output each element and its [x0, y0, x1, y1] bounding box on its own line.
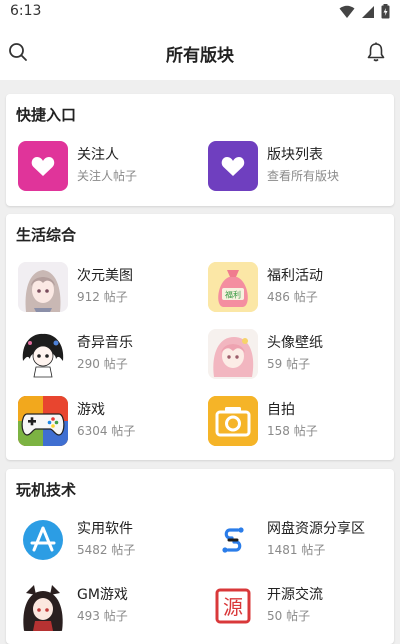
battery-icon — [381, 4, 390, 19]
board-name: 版块列表 — [267, 147, 323, 163]
board-subtitle: 912 帖子 — [77, 290, 128, 304]
board-name: 实用软件 — [77, 521, 133, 537]
section-title-quick: 快捷入口 — [16, 106, 77, 124]
source-stamp-icon: 源 — [208, 581, 258, 631]
board-item-selfie[interactable]: 自拍 158 帖子 — [208, 396, 388, 448]
section-title-tech: 玩机技术 — [16, 481, 77, 499]
camera-icon — [208, 396, 258, 446]
anime-girl-icon — [18, 329, 68, 379]
bell-icon — [367, 42, 385, 62]
board-name: 自拍 — [267, 402, 295, 418]
heart-icon — [208, 141, 258, 191]
board-name: GM游戏 — [77, 587, 128, 603]
board-item-open-source[interactable]: 源 开源交流 50 帖子 — [208, 581, 388, 633]
board-item-following[interactable]: 关注人 关注人帖子 — [18, 141, 198, 193]
money-bag-icon: 福利 — [208, 262, 258, 312]
notification-button[interactable] — [364, 40, 388, 64]
stamp-text: 源 — [223, 595, 243, 619]
board-subtitle: 290 帖子 — [77, 357, 128, 371]
status-time: 6:13 — [10, 3, 42, 19]
life-section-card: 生活综合 次元美图 912 帖子 福利 福利活动 486 帖子 奇异音乐 290… — [6, 214, 394, 460]
board-subtitle: 50 帖子 — [267, 609, 311, 623]
board-item-board-list[interactable]: 版块列表 查看所有版块 — [208, 141, 388, 193]
link-icon — [208, 515, 258, 565]
board-name: 关注人 — [77, 147, 119, 163]
app-store-icon — [18, 515, 68, 565]
anime-girl-icon — [18, 262, 68, 312]
heart-icon — [18, 141, 68, 191]
gamepad-icon — [18, 396, 68, 446]
board-item-games[interactable]: 游戏 6304 帖子 — [18, 396, 198, 448]
board-item-netdisk-share[interactable]: 网盘资源分享区 1481 帖子 — [208, 515, 388, 567]
board-subtitle: 查看所有版块 — [267, 169, 340, 183]
board-subtitle: 158 帖子 — [267, 424, 318, 438]
board-name: 网盘资源分享区 — [267, 521, 365, 537]
status-icons — [339, 4, 390, 19]
board-name: 福利活动 — [267, 268, 323, 284]
signal-icon — [362, 5, 374, 18]
board-name: 次元美图 — [77, 268, 133, 284]
wifi-icon — [339, 5, 355, 18]
board-name: 头像壁纸 — [267, 335, 323, 351]
board-item-welfare[interactable]: 福利 福利活动 486 帖子 — [208, 262, 388, 314]
board-subtitle: 6304 帖子 — [77, 424, 136, 438]
board-item-music[interactable]: 奇异音乐 290 帖子 — [18, 329, 198, 381]
board-item-useful-apps[interactable]: 实用软件 5482 帖子 — [18, 515, 198, 567]
app-header: 所有版块 — [0, 24, 400, 80]
board-item-avatar-wallpaper[interactable]: 头像壁纸 59 帖子 — [208, 329, 388, 381]
status-bar: 6:13 — [0, 0, 400, 24]
board-subtitle: 493 帖子 — [77, 609, 128, 623]
board-subtitle: 59 帖子 — [267, 357, 311, 371]
board-subtitle: 1481 帖子 — [267, 543, 326, 557]
board-item-anime-pics[interactable]: 次元美图 912 帖子 — [18, 262, 198, 314]
board-subtitle: 486 帖子 — [267, 290, 318, 304]
board-name: 奇异音乐 — [77, 335, 133, 351]
board-item-gm-games[interactable]: GM游戏 493 帖子 — [18, 581, 198, 633]
quick-entry-card: 快捷入口 关注人 关注人帖子 版块列表 查看所有版块 — [6, 94, 394, 206]
anime-girl-icon — [18, 581, 68, 631]
board-subtitle: 关注人帖子 — [77, 169, 138, 183]
board-name: 开源交流 — [267, 587, 323, 603]
section-title-life: 生活综合 — [16, 226, 77, 244]
board-name: 游戏 — [77, 402, 105, 418]
bag-text: 福利 — [225, 290, 241, 300]
anime-girl-icon — [208, 329, 258, 379]
tech-section-card: 玩机技术 实用软件 5482 帖子 网盘资源分享区 1481 帖子 GM游戏 4… — [6, 469, 394, 644]
page-title: 所有版块 — [166, 46, 234, 66]
board-subtitle: 5482 帖子 — [77, 543, 136, 557]
